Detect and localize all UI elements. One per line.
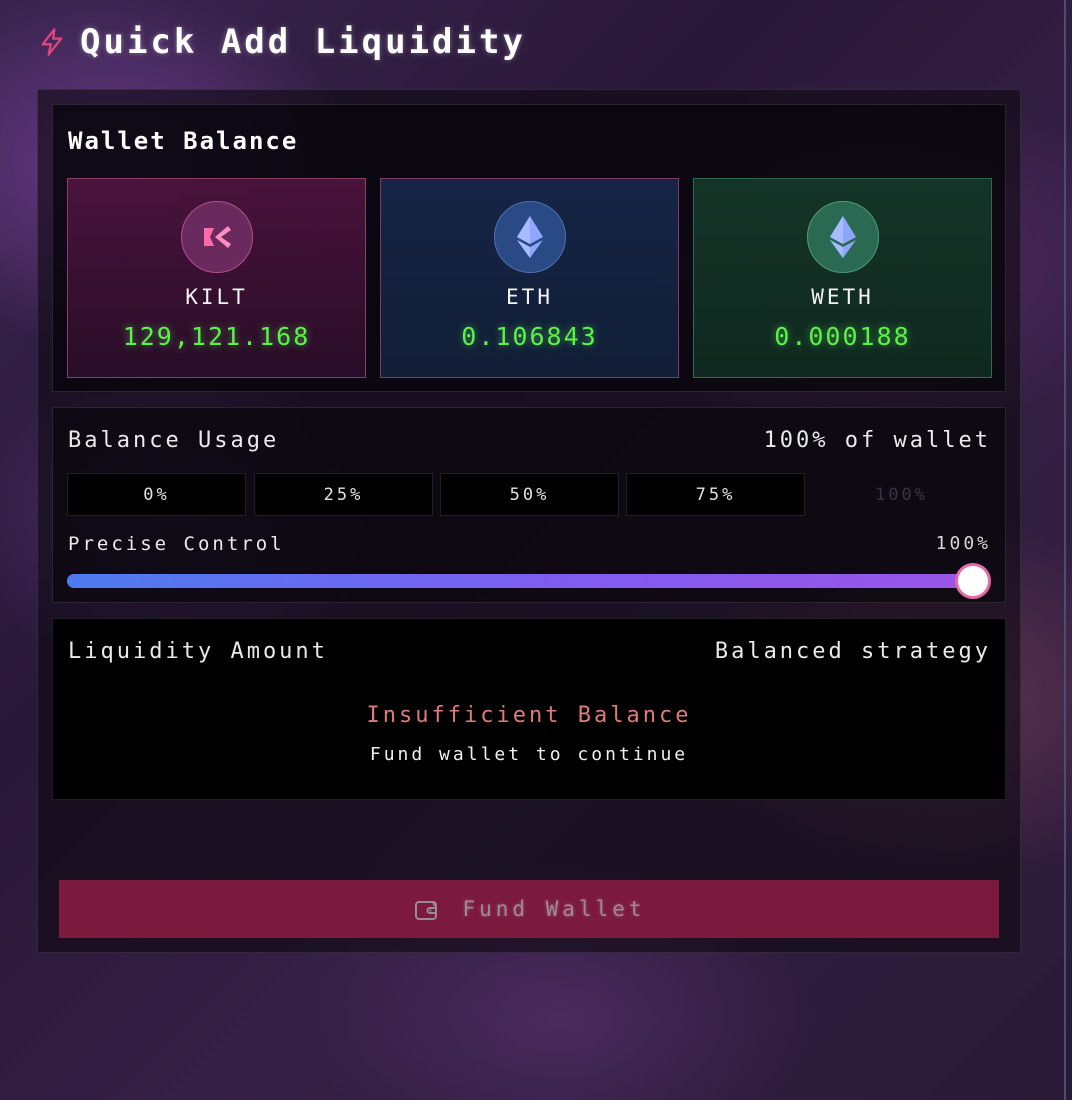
preset-100-button[interactable]: 100% [812, 473, 991, 516]
fund-wallet-label: Fund Wallet [462, 897, 646, 921]
token-amount: 129,121.168 [122, 322, 311, 351]
preset-50-button[interactable]: 50% [440, 473, 619, 516]
strategy-label: Balanced strategy [714, 639, 991, 664]
window-edge-rule [1064, 0, 1066, 1100]
insufficient-balance-warning: Insufficient Balance [366, 703, 692, 728]
precise-control-label: Precise Control [68, 533, 285, 555]
wallet-icon [415, 901, 438, 920]
token-symbol: KILT [185, 285, 248, 309]
usage-slider-thumb[interactable] [955, 563, 991, 599]
wallet-balance-card: Wallet Balance KILT 129,121.168 ETH 0.10… [52, 104, 1006, 392]
liquidity-amount-label: Liquidity Amount [68, 639, 328, 664]
token-amount: 0.106843 [461, 322, 598, 351]
fund-wallet-button[interactable]: Fund Wallet [59, 880, 999, 938]
preset-25-button[interactable]: 25% [254, 473, 433, 516]
lightning-bolt-icon [41, 28, 63, 56]
liquidity-amount-card: Liquidity Amount Balanced strategy Insuf… [52, 618, 1006, 800]
ethereum-icon [494, 201, 566, 273]
page-title: Quick Add Liquidity [80, 22, 526, 62]
wallet-balance-title: Wallet Balance [68, 127, 299, 155]
preset-0-button[interactable]: 0% [67, 473, 246, 516]
balance-usage-label: Balance Usage [68, 428, 280, 453]
preset-75-button[interactable]: 75% [626, 473, 805, 516]
fund-wallet-hint: Fund wallet to continue [369, 744, 689, 765]
token-amount: 0.000188 [774, 322, 911, 351]
token-symbol: ETH [506, 285, 553, 309]
token-symbol: WETH [811, 285, 874, 309]
page-header: Quick Add Liquidity [38, 20, 526, 64]
precise-control-value: 100% [935, 533, 991, 554]
token-card-eth: ETH 0.106843 [380, 178, 679, 378]
balance-usage-card: Balance Usage 100% of wallet 0% 25% 50% … [52, 407, 1006, 603]
kilt-logo-icon [181, 201, 253, 273]
usage-slider-track[interactable] [67, 574, 973, 588]
token-card-weth: WETH 0.000188 [693, 178, 992, 378]
balance-usage-value: 100% of wallet [763, 428, 991, 453]
ethereum-icon [807, 201, 879, 273]
token-card-kilt: KILT 129,121.168 [67, 178, 366, 378]
